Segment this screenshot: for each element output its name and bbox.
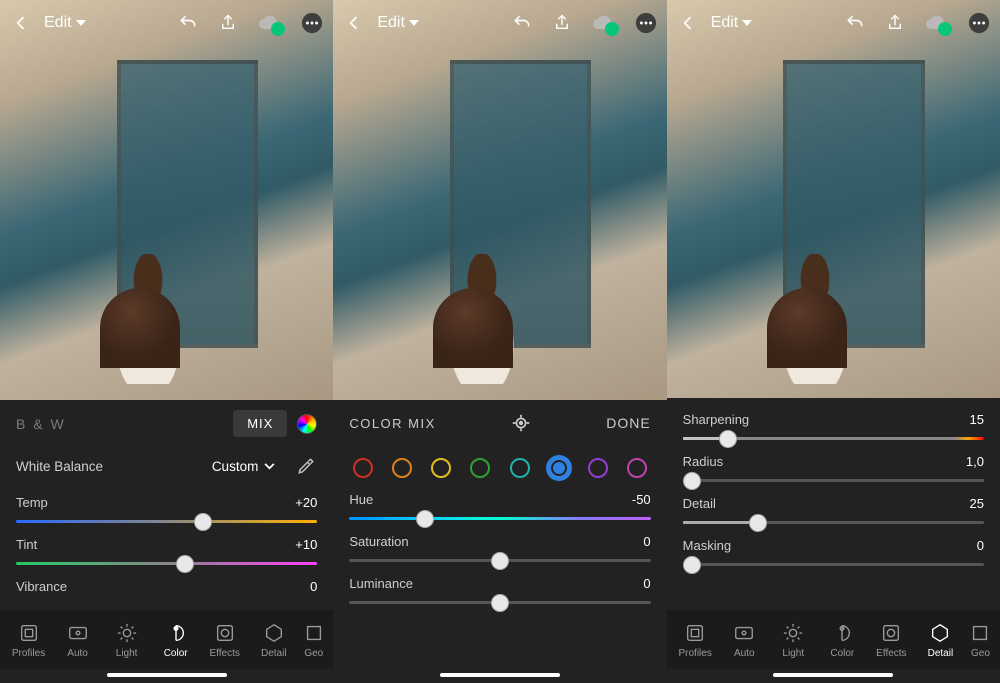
eyedropper-icon[interactable] [295,455,317,477]
slider-tint[interactable]: Tint +10 [0,529,333,571]
tab-color[interactable]: Color [151,618,200,663]
back-icon[interactable] [343,12,365,34]
slider-saturation[interactable]: Saturation 0 [333,526,666,568]
edit-menu[interactable]: Edit [377,14,419,32]
masking-value: 0 [977,538,984,553]
radius-value: 1,0 [966,454,984,469]
done-button[interactable]: DONE [606,415,650,431]
sharpening-value: 15 [970,412,984,427]
temp-label: Temp [16,495,48,510]
detail-panel: Sharpening 15 Radius 1,0 Detail 25 Maski… [667,398,1000,683]
slider-detail[interactable]: Detail 25 [667,488,1000,530]
tool-tabbar: Profiles Auto Light Color Effects Detail… [667,610,1000,669]
wb-label: White Balance [16,459,103,474]
back-icon[interactable] [10,12,32,34]
undo-icon[interactable] [177,12,199,34]
slider-radius[interactable]: Radius 1,0 [667,446,1000,488]
temp-value: +20 [295,495,317,510]
share-icon[interactable] [551,12,573,34]
target-adjust-icon[interactable] [510,412,532,434]
luminance-label: Luminance [349,576,413,591]
tab-geometry[interactable]: Geo [965,618,996,663]
tab-profiles[interactable]: Profiles [4,618,53,663]
tab-light[interactable]: Light [769,618,818,663]
tab-profiles[interactable]: Profiles [671,618,720,663]
bw-toggle[interactable]: B & W [16,416,66,432]
tint-label: Tint [16,537,37,552]
luminance-value: 0 [643,576,650,591]
colormix-panel: COLOR MIX DONE Hue -50 Saturati [333,400,666,683]
edit-menu[interactable]: Edit [44,14,86,32]
photo-preview[interactable] [333,0,666,400]
swatch-purple[interactable] [588,458,608,478]
color-panel: B & W MIX White Balance Custom Temp +20 … [0,400,333,683]
more-icon[interactable] [635,12,657,34]
vibrance-value: 0 [310,579,317,594]
edit-label: Edit [44,14,72,32]
color-swatches [333,446,666,484]
colorwheel-icon[interactable] [297,414,317,434]
detail-value: 25 [970,496,984,511]
swatch-yellow[interactable] [431,458,451,478]
hue-label: Hue [349,492,373,507]
sharpening-label: Sharpening [683,412,750,427]
undo-icon[interactable] [511,12,533,34]
radius-label: Radius [683,454,723,469]
slider-masking[interactable]: Masking 0 [667,530,1000,572]
tab-color[interactable]: Color [818,618,867,663]
topbar: Edit [0,0,333,46]
swatch-aqua[interactable] [510,458,530,478]
masking-label: Masking [683,538,731,553]
share-icon[interactable] [217,12,239,34]
slider-sharpening[interactable]: Sharpening 15 [667,404,1000,446]
slider-luminance[interactable]: Luminance 0 [333,568,666,610]
cloud-sync-icon[interactable] [591,12,617,34]
undo-icon[interactable] [844,12,866,34]
screen-detail: Edit Sharpening 15 Radius 1,0 Detail [667,0,1000,683]
slider-temp[interactable]: Temp +20 [0,487,333,529]
photo-preview[interactable] [0,0,333,400]
cloud-sync-icon[interactable] [924,12,950,34]
tab-auto[interactable]: Auto [720,618,769,663]
edit-menu[interactable]: Edit [711,14,753,32]
swatch-magenta[interactable] [627,458,647,478]
more-icon[interactable] [301,12,323,34]
swatch-red[interactable] [353,458,373,478]
swatch-green[interactable] [470,458,490,478]
wb-select[interactable]: Custom [212,459,276,474]
tab-auto[interactable]: Auto [53,618,102,663]
swatch-orange[interactable] [392,458,412,478]
topbar: Edit [333,0,666,46]
slider-hue[interactable]: Hue -50 [333,484,666,526]
slider-vibrance[interactable]: Vibrance 0 [0,571,333,596]
screen-color: Edit B & W MIX White [0,0,333,683]
swatch-blue[interactable] [549,458,569,478]
home-indicator[interactable] [107,673,227,677]
more-icon[interactable] [968,12,990,34]
mix-button[interactable]: MIX [233,410,287,437]
colormix-title: COLOR MIX [349,416,435,431]
wb-value: Custom [212,459,259,474]
tint-value: +10 [295,537,317,552]
home-indicator[interactable] [440,673,560,677]
tab-detail[interactable]: Detail [249,618,298,663]
saturation-label: Saturation [349,534,408,549]
tab-effects[interactable]: Effects [867,618,916,663]
photo-preview[interactable] [667,0,1000,400]
tool-tabbar: Profiles Auto Light Color Effects Detail… [0,610,333,669]
back-icon[interactable] [677,12,699,34]
tab-effects[interactable]: Effects [200,618,249,663]
tab-detail[interactable]: Detail [916,618,965,663]
vibrance-label: Vibrance [16,579,67,594]
screen-color-mix: Edit COLOR MIX DONE [333,0,666,683]
saturation-value: 0 [643,534,650,549]
tab-geometry[interactable]: Geo [298,618,329,663]
hue-value: -50 [632,492,651,507]
home-indicator[interactable] [773,673,893,677]
topbar: Edit [667,0,1000,46]
cloud-sync-icon[interactable] [257,12,283,34]
tab-light[interactable]: Light [102,618,151,663]
detail-label: Detail [683,496,716,511]
share-icon[interactable] [884,12,906,34]
